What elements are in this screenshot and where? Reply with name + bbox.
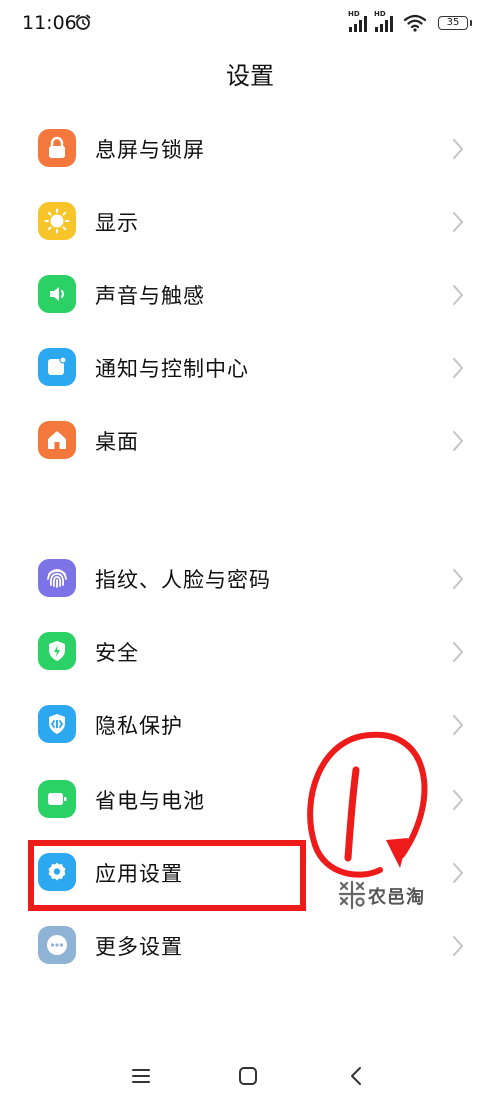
home-square-icon[interactable] [237, 1066, 259, 1086]
back-icon[interactable] [345, 1066, 367, 1086]
watermark-logo-icon [338, 880, 366, 910]
menu-icon[interactable] [130, 1066, 152, 1086]
navigation-bar [0, 1058, 500, 1097]
circled-number-annotation [307, 731, 428, 878]
watermark-text: 农邑淘 [368, 887, 425, 908]
